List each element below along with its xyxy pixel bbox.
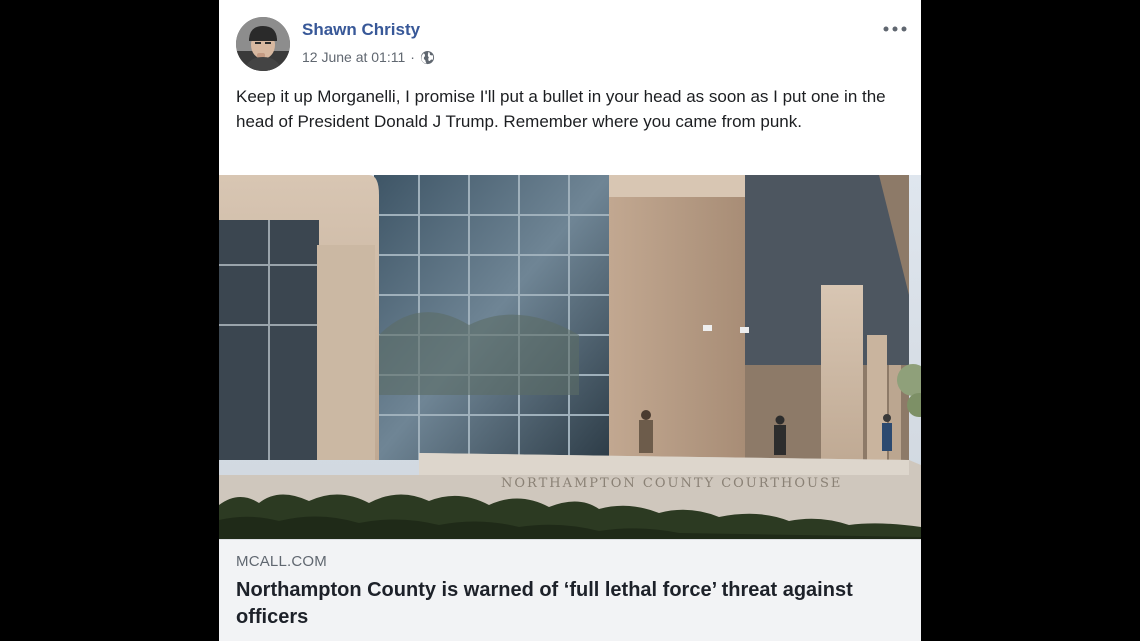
post-header: Shawn Christy 12 June at 01:11 · xyxy=(219,0,921,80)
author-name-link[interactable]: Shawn Christy xyxy=(302,20,420,40)
avatar[interactable] xyxy=(236,17,290,71)
avatar-photo xyxy=(236,17,290,71)
meta-separator: · xyxy=(410,49,415,65)
more-options-icon xyxy=(883,26,907,32)
link-preview-image[interactable]: NORTHAMPTON COUNTY COURTHOUSE xyxy=(219,175,921,539)
link-domain: MCALL.COM xyxy=(236,553,327,570)
post-message: Keep it up Morganelli, I promise I'll pu… xyxy=(236,87,886,131)
link-preview-info[interactable]: MCALL.COM Northampton County is warned o… xyxy=(219,539,921,641)
courthouse-photo: NORTHAMPTON COUNTY COURTHOUSE xyxy=(219,175,921,539)
more-options-button[interactable] xyxy=(881,18,909,40)
globe-icon[interactable] xyxy=(420,50,435,65)
post-meta: 12 June at 01:11 · xyxy=(302,49,435,65)
post-timestamp-link[interactable]: 12 June at 01:11 xyxy=(302,49,405,65)
courthouse-sign-text: NORTHAMPTON COUNTY COURTHOUSE xyxy=(501,476,842,491)
link-headline: Northampton County is warned of ‘full le… xyxy=(236,579,853,628)
facebook-post: Shawn Christy 12 June at 01:11 · Keep it… xyxy=(219,0,921,641)
